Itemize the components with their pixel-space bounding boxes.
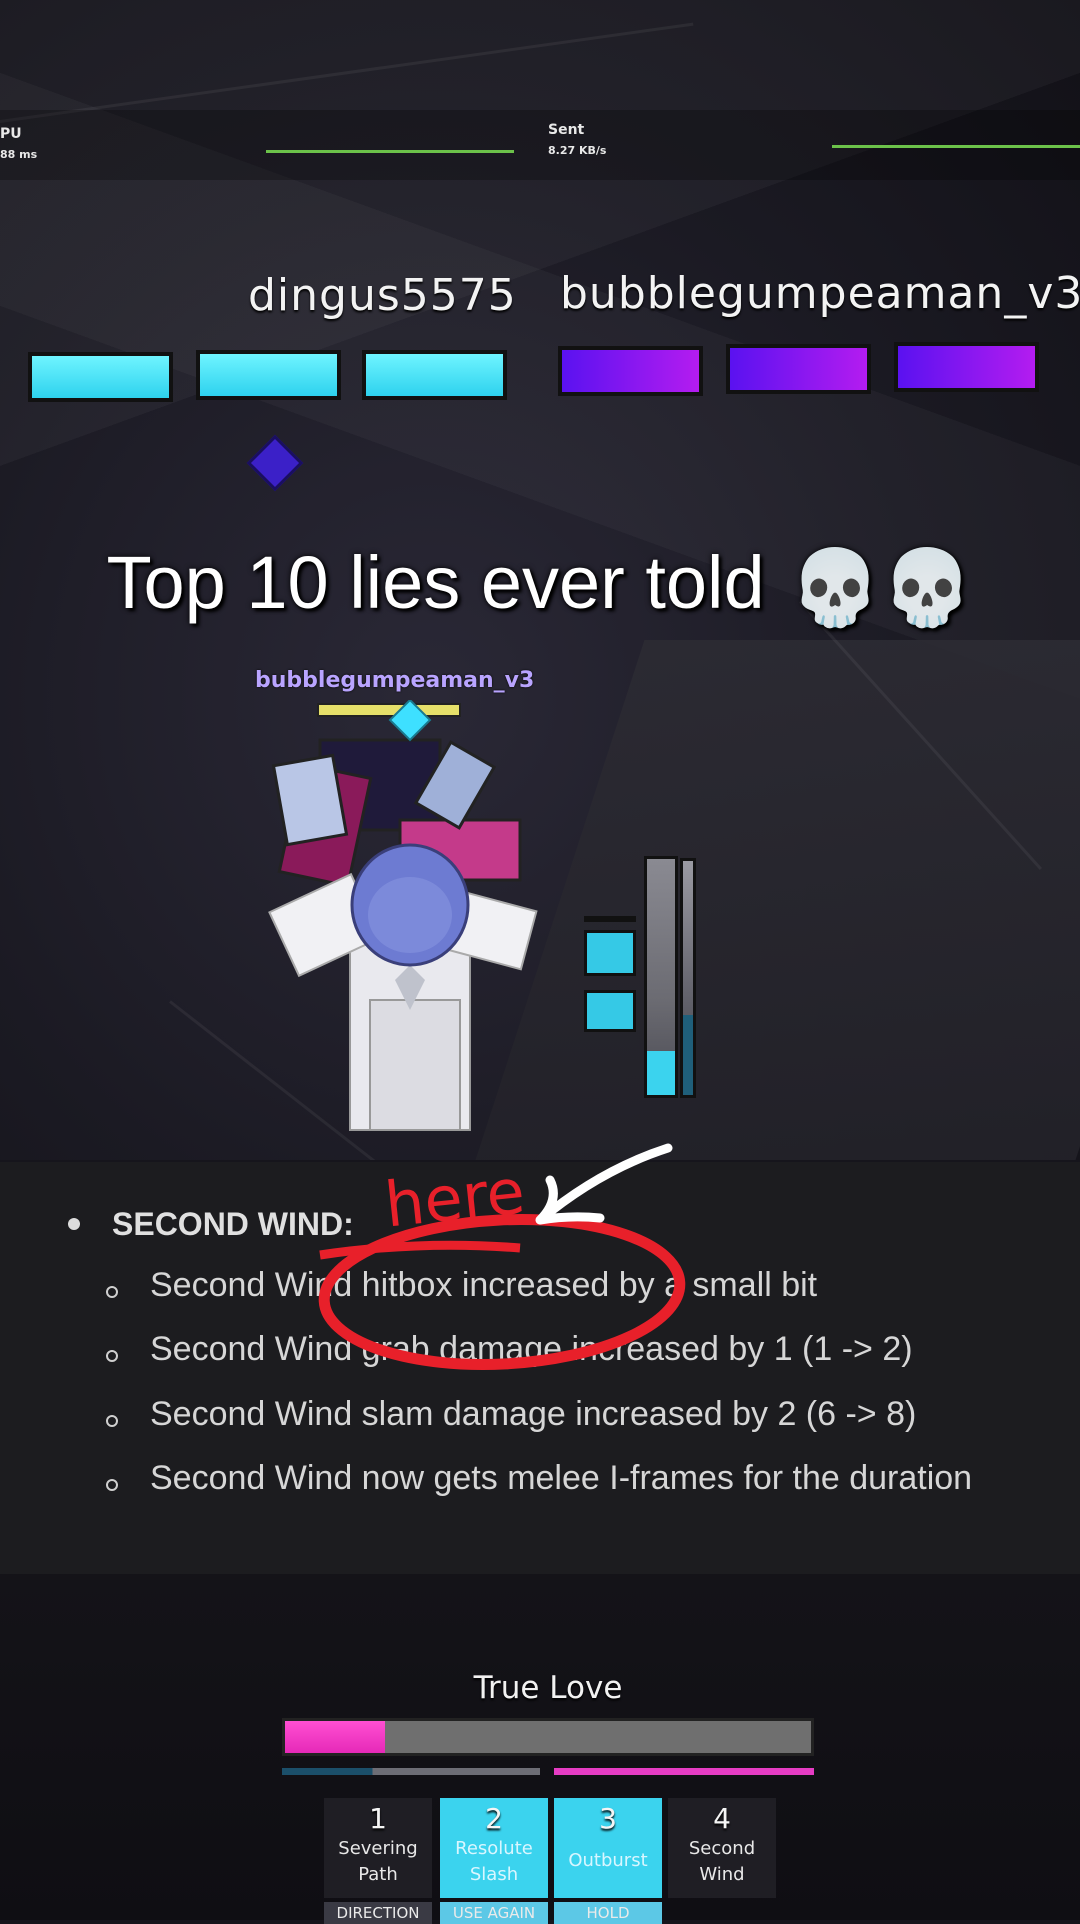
ability-name-line1: Resolute <box>455 1838 533 1859</box>
ability-tag: HOLD <box>554 1902 662 1924</box>
ability-name-line2: Slash <box>469 1864 519 1885</box>
sub-bar-right <box>554 1768 814 1775</box>
ability-name-line2: Wind <box>699 1864 745 1885</box>
main-resource-bar <box>282 1718 814 1756</box>
ability-key: 4 <box>713 1802 731 1835</box>
stat-value-left: 88 ms <box>0 148 38 161</box>
annotation-circle <box>318 1213 686 1371</box>
performance-stats: PU 88 ms Sent 8.27 KB/s <box>0 110 1080 180</box>
ability-name-line1: Outburst <box>568 1850 648 1871</box>
ability-hud: True Love 1 Severing Path DIRECTION 2 Re… <box>0 1574 1080 1924</box>
stat-value-right: 8.27 KB/s <box>548 144 607 157</box>
player-name-2: bubblegumpeaman_v3 <box>560 268 1080 319</box>
patch-note-item: Second Wind slam damage increased by 2 (… <box>150 1395 917 1433</box>
charge-meter-segment <box>584 930 636 976</box>
player-name-1: dingus5575 <box>248 270 517 321</box>
sub-bar-left <box>282 1768 540 1775</box>
bullet-circle <box>106 1415 118 1427</box>
secondary-meter <box>680 858 696 1098</box>
charge-meter-cap <box>584 916 636 922</box>
ability-slot-2[interactable]: 2 Resolute Slash USE AGAIN <box>440 1798 548 1924</box>
arrow-icon <box>535 1143 673 1225</box>
ability-slot-1[interactable]: 1 Severing Path DIRECTION <box>324 1798 432 1924</box>
sent-graph <box>832 145 1080 148</box>
stamina-meter-fill <box>647 1051 675 1095</box>
player-1-bar <box>362 350 507 400</box>
player-2-bar <box>894 342 1039 392</box>
player-1-bar <box>28 352 173 402</box>
ability-key: 2 <box>485 1802 503 1835</box>
player-2-bar <box>726 344 871 394</box>
skull-emoji-icon: 💀💀 <box>789 545 974 629</box>
stamina-meter <box>644 856 678 1098</box>
ping-graph <box>266 150 514 153</box>
ability-name-line1: Severing <box>338 1838 418 1859</box>
status-diamond-icon <box>246 434 304 492</box>
patch-note-item: Second Wind now gets melee I-frames for … <box>150 1459 973 1497</box>
player-character-avatar[interactable] <box>260 700 560 1140</box>
ability-slot-3[interactable]: 3 Outburst HOLD <box>554 1798 662 1924</box>
floor-edge <box>0 22 694 123</box>
ability-slot-4[interactable]: 4 Second Wind <box>668 1798 776 1898</box>
player-2-bar <box>558 346 703 396</box>
video-caption: Top 10 lies ever told 💀💀 <box>0 540 1080 632</box>
ability-key: 3 <box>599 1802 617 1835</box>
secondary-meter-fill <box>683 1015 693 1095</box>
main-resource-fill <box>285 1721 385 1753</box>
ability-key: 1 <box>369 1802 387 1835</box>
annotation-overlay: here <box>318 1143 686 1371</box>
hud-title: True Love <box>473 1670 623 1706</box>
ability-name-line1: Second <box>688 1838 756 1859</box>
character-overhead-name: bubblegumpeaman_v3 <box>255 668 535 693</box>
ability-tag: USE AGAIN <box>440 1902 548 1924</box>
game-viewport[interactable]: PU 88 ms Sent 8.27 KB/s dingus5575 bubbl… <box>0 0 1080 1160</box>
bullet-circle <box>106 1479 118 1491</box>
floor-panel <box>475 640 1080 1160</box>
ability-name-line2: Path <box>358 1864 398 1885</box>
stat-label-left: PU <box>0 126 22 142</box>
caption-text: Top 10 lies ever told <box>106 541 765 624</box>
annotation-text: here <box>381 1154 528 1241</box>
charge-meter-segment <box>584 990 636 1032</box>
ability-tag: DIRECTION <box>324 1902 432 1924</box>
stat-label-right: Sent <box>548 122 585 138</box>
annotation-stroke <box>319 1240 521 1260</box>
player-1-bar <box>196 350 341 400</box>
